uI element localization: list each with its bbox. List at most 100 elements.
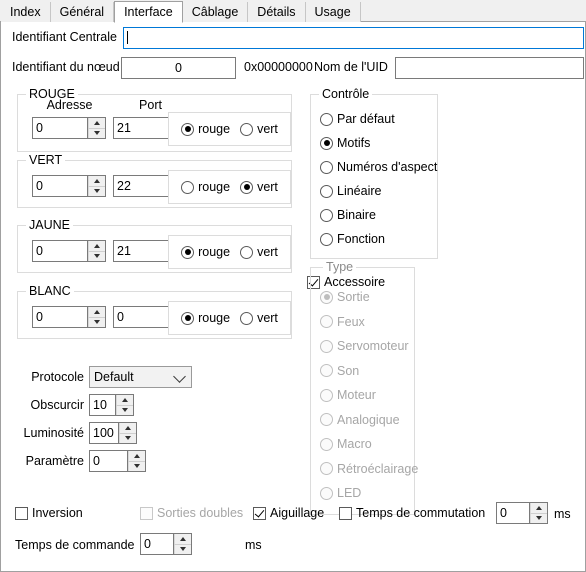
jaune-mode-radio-rouge[interactable]: rouge	[181, 245, 230, 259]
type-radio-label: Sortie	[337, 290, 370, 305]
controle-radio-binaire[interactable]: Binaire	[320, 208, 376, 222]
jaune-port-value: 21	[117, 244, 131, 258]
checkbox-icon	[339, 506, 352, 520]
controle-radio-label: Fonction	[337, 232, 385, 246]
central-id-input[interactable]	[123, 27, 584, 49]
vert-address-down-button[interactable]	[88, 186, 105, 196]
temps-commande-down-button[interactable]	[174, 544, 191, 554]
rouge-address-up-button[interactable]	[88, 118, 105, 129]
blanc-mode-radio-rouge[interactable]: rouge	[181, 311, 230, 325]
parametre-up-button[interactable]	[128, 451, 145, 462]
temps-commutation-spinner[interactable]: 0	[496, 502, 548, 524]
temps-commande-spinner[interactable]: 0	[140, 533, 192, 555]
checkbox-icon	[15, 506, 28, 520]
type-radio-r-tro-clairage: Rétroéclairage	[320, 462, 418, 476]
parametre-label: Paramètre	[25, 454, 84, 468]
parametre-down-button[interactable]	[128, 461, 145, 471]
rouge-address-value: 0	[36, 121, 43, 135]
type-radio-servomoteur: Servomoteur	[320, 339, 409, 353]
group-jaune-title: JAUNE	[26, 218, 73, 232]
temps-commande-up-button[interactable]	[174, 534, 191, 545]
tab-strip: Index Général Interface Câblage Détails Usage	[0, 0, 586, 23]
tab-list: Index Général Interface Câblage Détails Usage	[0, 0, 586, 23]
blanc-mode-panel: rouge vert	[168, 301, 291, 335]
type-radio-analogique: Analogique	[320, 413, 400, 427]
jaune-mode-panel: rouge vert	[168, 235, 291, 269]
group-controle: Contrôle Par défaut Motifs Numéros d'aspec…	[310, 87, 438, 259]
blanc-address-spinner[interactable]: 0	[32, 306, 106, 328]
radio-dot-icon	[181, 122, 195, 136]
node-id-input[interactable]: 0	[121, 57, 236, 79]
tab-d-tails[interactable]: Détails	[248, 2, 306, 22]
radio-dot-icon	[240, 122, 254, 136]
radio-dot-icon	[320, 160, 333, 174]
controle-radio-num-ros-d-aspect[interactable]: Numéros d'aspect	[320, 160, 437, 174]
jaune-address-up-button[interactable]	[88, 241, 105, 252]
radio-dot-icon	[320, 339, 333, 353]
radio-dot-icon	[320, 208, 333, 222]
jaune-address-down-button[interactable]	[88, 251, 105, 261]
radio-dot-icon	[320, 413, 333, 427]
luminosite-spinner[interactable]: 100	[89, 422, 137, 444]
luminosite-up-button[interactable]	[119, 423, 136, 434]
vert-mode-radio-vert[interactable]: vert	[240, 180, 278, 194]
radio-dot-icon	[320, 364, 333, 378]
vert-mode-radio-rouge[interactable]: rouge	[181, 180, 230, 194]
tab-usage[interactable]: Usage	[305, 2, 361, 22]
radio-dot-icon	[320, 136, 333, 150]
tab-c-blage[interactable]: Câblage	[182, 2, 249, 22]
group-rouge: ROUGE Adresse Port 0 21 rouge vert	[17, 87, 292, 152]
jaune-address-spinner[interactable]: 0	[32, 240, 106, 262]
temps-commutation-down-button[interactable]	[530, 513, 547, 523]
protocole-select[interactable]: Default	[89, 366, 192, 388]
tab-interface[interactable]: Interface	[114, 1, 183, 23]
rouge-address-spinner[interactable]: 0	[32, 117, 106, 139]
aiguillage-checkbox[interactable]: Aiguillage	[253, 506, 324, 520]
parametre-spinner[interactable]: 0	[89, 450, 146, 472]
temps-commutation-checkbox[interactable]: Temps de commutation	[339, 506, 485, 520]
checkbox-icon	[140, 506, 153, 520]
obscurcir-label: Obscurcir	[30, 398, 84, 412]
type-option-list: Sortie Feux Servomoteur Son Moteur Analogique…	[320, 285, 418, 506]
rouge-port-value: 21	[117, 121, 131, 135]
blanc-address-up-button[interactable]	[88, 307, 105, 318]
type-radio-sortie: Sortie	[320, 290, 370, 304]
rouge-mode-radio-vert[interactable]: vert	[240, 122, 278, 136]
checkbox-icon	[253, 506, 266, 520]
controle-radio-fonction[interactable]: Fonction	[320, 232, 385, 246]
chevron-down-icon	[173, 370, 186, 383]
vert-address-spinner[interactable]: 0	[32, 175, 106, 197]
rouge-mode-radio-rouge[interactable]: rouge	[181, 122, 230, 136]
tab-index[interactable]: Index	[1, 2, 51, 22]
temps-commande-unit: ms	[245, 538, 262, 552]
rouge-mode-panel: rouge vert	[168, 112, 291, 146]
tab-g-n-ral[interactable]: Général	[50, 2, 115, 22]
radio-dot-icon	[320, 290, 333, 304]
obscurcir-spinner[interactable]: 10	[89, 394, 134, 416]
radio-dot-icon	[181, 245, 195, 259]
rouge-address-down-button[interactable]	[88, 128, 105, 138]
type-radio-son: Son	[320, 364, 359, 378]
type-radio-feux: Feux	[320, 315, 365, 329]
radio-dot-icon	[320, 388, 333, 402]
radio-dot-icon	[320, 437, 333, 451]
blanc-mode-radio-vert[interactable]: vert	[240, 311, 278, 325]
group-vert: VERT 0 22 rouge vert	[17, 153, 292, 208]
jaune-mode-radio-vert[interactable]: vert	[240, 245, 278, 259]
group-blanc-title: BLANC	[26, 284, 74, 298]
controle-radio-par-d-faut[interactable]: Par défaut	[320, 112, 395, 126]
uid-name-input[interactable]	[395, 57, 584, 79]
protocole-value: Default	[94, 370, 134, 384]
radio-dot-icon	[320, 232, 333, 246]
radio-dot-icon	[240, 311, 254, 325]
node-id-value: 0	[175, 61, 182, 75]
obscurcir-down-button[interactable]	[116, 405, 133, 415]
controle-radio-lin-aire[interactable]: Linéaire	[320, 184, 381, 198]
obscurcir-up-button[interactable]	[116, 395, 133, 406]
vert-address-up-button[interactable]	[88, 176, 105, 187]
luminosite-down-button[interactable]	[119, 433, 136, 443]
controle-radio-motifs[interactable]: Motifs	[320, 136, 370, 150]
temps-commutation-up-button[interactable]	[530, 503, 547, 514]
blanc-address-down-button[interactable]	[88, 317, 105, 327]
inversion-checkbox[interactable]: Inversion	[15, 506, 83, 520]
